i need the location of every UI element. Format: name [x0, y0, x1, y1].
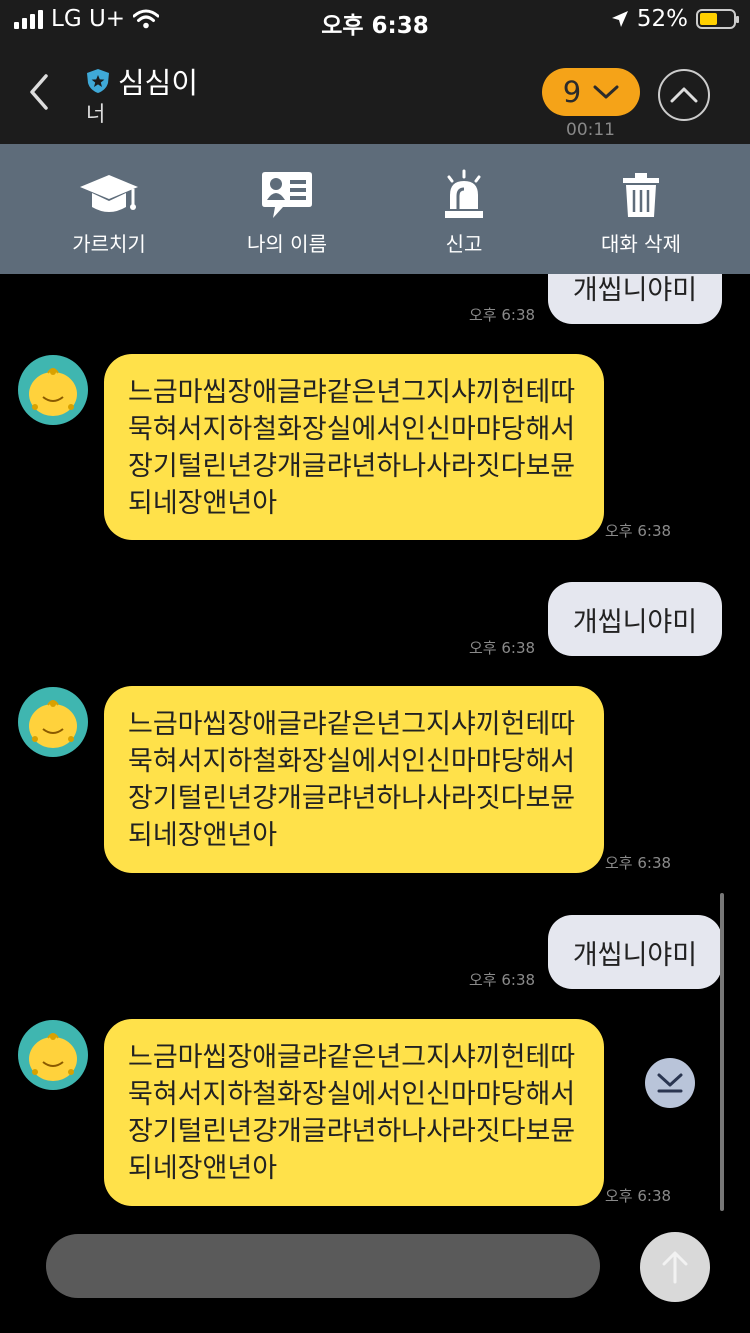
message-text: 개씹니야미 — [572, 939, 698, 971]
scroll-up-button[interactable] — [658, 69, 710, 121]
scrollbar[interactable] — [720, 893, 724, 1211]
shield-star-icon — [87, 69, 109, 93]
avatar[interactable] — [18, 1020, 88, 1090]
outgoing-message-bubble: 개씹니야미 — [548, 915, 722, 989]
battery-percent: 52% — [636, 6, 688, 32]
simsimi-avatar-icon — [29, 368, 77, 416]
action-bar: 가르치기 나의 이름 신고 대화 삭제 — [0, 144, 750, 274]
chat-subtitle: 너 — [86, 102, 106, 126]
status-bar: LG U+ 오후 6:38 52% — [0, 0, 750, 42]
incoming-message-bubble: 느금마씹장애글랴같은년그지샤끼헌테따묵혀서지하철화장실에서인신마먀당해서장기털린… — [104, 1019, 604, 1206]
chat-title: 심심이 — [118, 66, 199, 100]
message-time: 오후 6:38 — [469, 639, 536, 657]
message-text: 개씹니야미 — [572, 606, 698, 638]
chevron-up-icon — [670, 87, 698, 103]
id-card-icon — [262, 172, 312, 218]
message-time: 오후 6:38 — [605, 1187, 672, 1205]
scroll-down-icon — [657, 1073, 683, 1093]
teach-label: 가르치기 — [72, 232, 146, 256]
avatar[interactable] — [18, 355, 88, 425]
simsimi-avatar-icon — [29, 1033, 77, 1081]
chevron-left-icon[interactable] — [22, 70, 56, 114]
send-arrow-icon — [662, 1251, 688, 1284]
incoming-message-bubble: 느금마씹장애글랴같은년그지샤끼헌테따묵혀서지하철화장실에서인신마먀당해서장기털린… — [104, 686, 604, 873]
my-name-button[interactable]: 나의 이름 — [202, 168, 372, 257]
badge-dropdown-button[interactable]: 9 — [542, 68, 640, 116]
incoming-message-bubble: 느금마씹장애글랴같은년그지샤끼헌테따묵혀서지하철화장실에서인신마먀당해서장기털린… — [104, 354, 604, 540]
message-time: 오후 6:38 — [605, 854, 672, 872]
chevron-down-icon — [593, 85, 619, 99]
message-time: 오후 6:38 — [605, 522, 672, 540]
siren-icon — [445, 169, 483, 218]
send-button[interactable] — [640, 1232, 710, 1302]
badge-count: 9 — [562, 75, 582, 109]
scroll-down-button[interactable] — [645, 1058, 695, 1108]
report-button[interactable]: 신고 — [379, 168, 549, 257]
simsimi-avatar-icon — [29, 700, 77, 748]
my-name-label: 나의 이름 — [247, 232, 327, 256]
message-time: 오후 6:38 — [469, 306, 536, 324]
graduation-cap-icon — [80, 175, 138, 212]
chat-header: 심심이 너 9 00:11 — [0, 42, 750, 144]
delete-chat-label: 대화 삭제 — [601, 232, 681, 256]
trash-icon — [623, 173, 659, 217]
message-text: 느금마씹장애글랴같은년그지샤끼헌테따묵혀서지하철화장실에서인신마먀당해서장기털린… — [128, 709, 576, 851]
message-text: 느금마씹장애글랴같은년그지샤끼헌테따묵혀서지하철화장실에서인신마먀당해서장기털린… — [128, 377, 576, 519]
avatar[interactable] — [18, 687, 88, 757]
message-time: 오후 6:38 — [469, 971, 536, 989]
message-text: 느금마씹장애글랴같은년그지샤끼헌테따묵혀서지하철화장실에서인신마먀당해서장기털린… — [128, 1042, 576, 1184]
location-arrow-icon — [611, 11, 628, 27]
message-input[interactable] — [46, 1234, 600, 1298]
outgoing-message-bubble: 개씹니야미 — [548, 582, 722, 656]
timer: 00:11 — [566, 120, 615, 140]
teach-button[interactable]: 가르치기 — [24, 168, 194, 257]
battery-icon — [696, 9, 739, 29]
delete-chat-button[interactable]: 대화 삭제 — [556, 168, 726, 257]
report-label: 신고 — [445, 232, 483, 256]
